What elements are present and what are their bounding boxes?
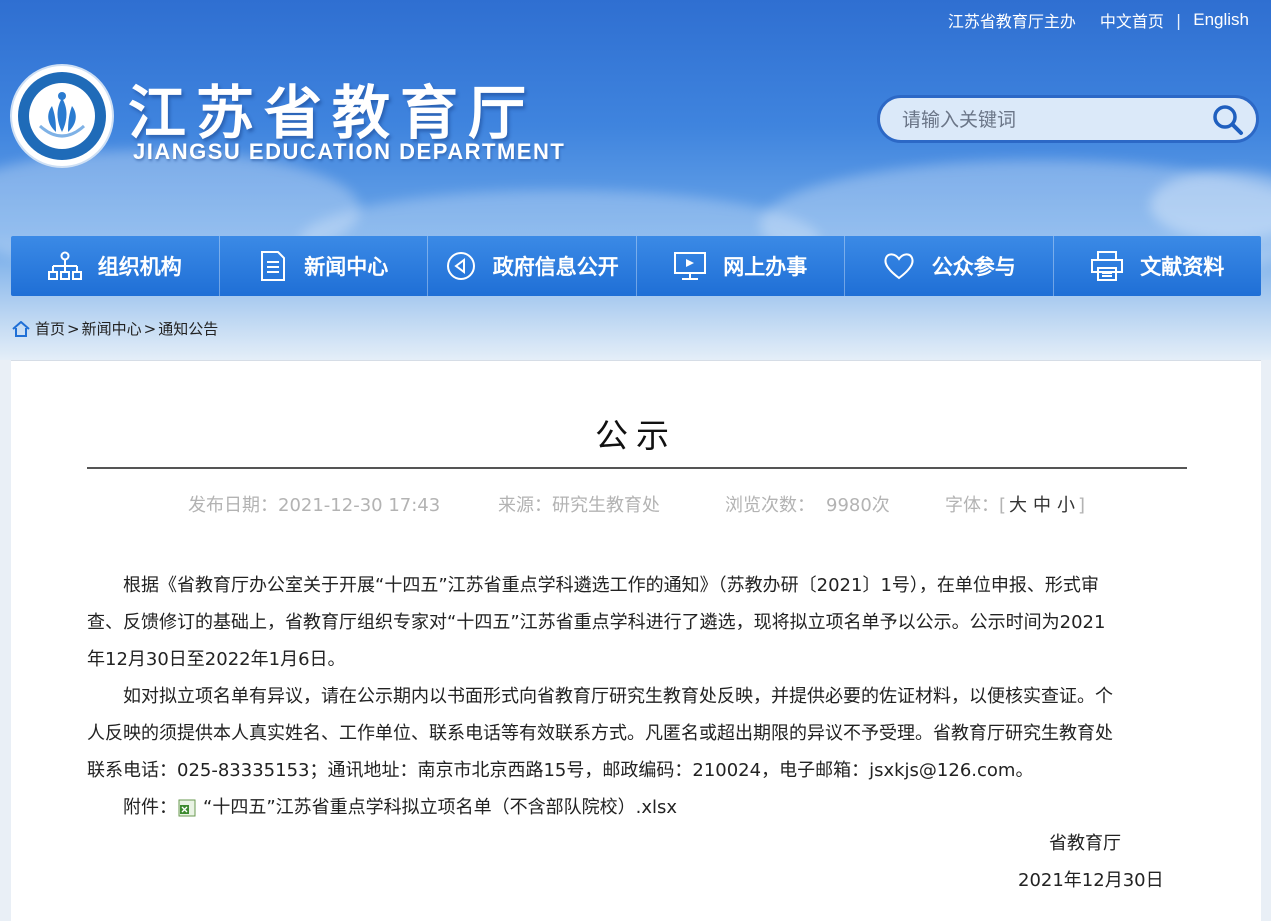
signature-date: 2021年12月30日 xyxy=(1018,870,1164,891)
breadcrumb-news[interactable]: 新闻中心 xyxy=(82,318,142,339)
nav-item-gov-info[interactable]: 政府信息公开 xyxy=(428,236,637,296)
views-label: 浏览次数： xyxy=(725,495,815,516)
search-button[interactable] xyxy=(1210,102,1246,138)
font-medium-button[interactable]: 中 xyxy=(1033,495,1051,516)
paragraph-line: 根据《省教育厅办公室关于开展“十四五”江苏省重点学科遴选工作的通知》（苏教办研〔… xyxy=(123,575,1099,596)
paragraph-line: 联系电话：025-83335153；通讯地址：南京市北京西路15号，邮政编码：2… xyxy=(87,760,1034,781)
nav-label: 网上办事 xyxy=(723,255,808,279)
site-title: 江苏省教育厅 xyxy=(128,79,537,147)
paragraph-line: 人反映的须提供本人真实姓名、工作单位、联系电话等有效联系方式。凡匿名或超出期限的… xyxy=(87,723,1113,744)
paragraph-line: 查、反馈修订的基础上，省教育厅组织专家对“十四五”江苏省重点学科进行了遴选，现将… xyxy=(87,612,1106,633)
nav-label: 组织机构 xyxy=(97,255,182,279)
paragraph-line: 如对拟立项名单有异议，请在公示期内以书面形式向省教育厅研究生教育处反映，并提供必… xyxy=(123,686,1113,707)
link-separator: | xyxy=(1175,10,1182,30)
document-icon xyxy=(261,251,286,281)
nav-label: 政府信息公开 xyxy=(492,255,619,279)
source: 来源：研究生教育处 xyxy=(498,495,660,516)
nav-item-news[interactable]: 新闻中心 xyxy=(220,236,428,296)
nav-item-documents[interactable]: 文献资料 xyxy=(1054,236,1262,296)
font-size-switcher: 字体：[大中小] xyxy=(945,491,1085,517)
signature: 省教育厅 xyxy=(1049,833,1121,854)
attachment-row: 附件： “十四五”江苏省重点学科拟立项名单（不含部队院校）.xlsx xyxy=(87,789,1189,826)
search-box xyxy=(877,95,1259,143)
nav-item-online-service[interactable]: 网上办事 xyxy=(637,236,845,296)
nav-item-organization[interactable]: 组织机构 xyxy=(11,236,220,296)
org-chart-icon xyxy=(47,251,82,280)
paragraph-line: 年12月30日至2022年1月6日。 xyxy=(87,649,346,670)
home-icon xyxy=(12,320,30,337)
search-icon xyxy=(1213,105,1243,135)
font-close: ] xyxy=(1078,495,1086,516)
article-card: 公示 发布日期：2021-12-30 17:43 来源：研究生教育处 浏览次数：… xyxy=(11,360,1261,921)
excel-file-icon xyxy=(178,799,196,816)
nav-label: 公众参与 xyxy=(931,255,1016,279)
attachment-label: 附件： xyxy=(123,797,177,818)
monitor-icon xyxy=(674,252,707,280)
title-divider xyxy=(87,467,1187,469)
breadcrumb-home[interactable]: 首页 xyxy=(35,318,65,339)
breadcrumb-sep: > xyxy=(67,319,80,338)
nav-label: 新闻中心 xyxy=(304,255,389,279)
attachment-link[interactable]: “十四五”江苏省重点学科拟立项名单（不含部队院校）.xlsx xyxy=(203,789,677,826)
breadcrumb-sep: > xyxy=(143,319,157,338)
publish-date: 发布日期：2021-12-30 17:43 xyxy=(188,495,441,516)
heart-icon xyxy=(884,253,914,280)
breadcrumb-notices[interactable]: 通知公告 xyxy=(158,318,218,339)
main-nav: 组织机构 新闻中心 政府信息公开 网上办事 公众参与 文献资料 xyxy=(11,236,1261,296)
printer-icon xyxy=(1091,251,1124,281)
article-body: 根据《省教育厅办公室关于开展“十四五”江苏省重点学科遴选工作的通知》（苏教办研〔… xyxy=(87,567,1189,826)
page-title: 公示 xyxy=(595,416,677,455)
font-small-button[interactable]: 小 xyxy=(1057,495,1075,516)
home-link[interactable]: 中文首页 xyxy=(1100,8,1164,32)
breadcrumb: 首页 > 新闻中心 > 通知公告 xyxy=(12,318,218,339)
font-large-button[interactable]: 大 xyxy=(1009,495,1027,516)
header-banner: 江苏省教育厅主办 中文首页 | English 江苏省教育厅 JIANGSU E… xyxy=(0,0,1271,360)
nav-label: 文献资料 xyxy=(1140,255,1225,279)
english-link[interactable]: English xyxy=(1193,10,1249,30)
nav-item-public-participation[interactable]: 公众参与 xyxy=(845,236,1054,296)
host-text: 江苏省教育厅主办 xyxy=(947,12,1076,31)
views-count: 9980次 xyxy=(826,495,890,516)
search-input[interactable] xyxy=(900,106,1204,134)
font-label: 字体：[ xyxy=(945,495,1007,516)
megaphone-icon xyxy=(446,252,475,280)
logo-emblem-icon[interactable] xyxy=(12,66,112,166)
top-links: 江苏省教育厅主办 中文首页 | English xyxy=(948,8,1249,32)
site-subtitle: JIANGSU EDUCATION DEPARTMENT xyxy=(133,139,566,164)
